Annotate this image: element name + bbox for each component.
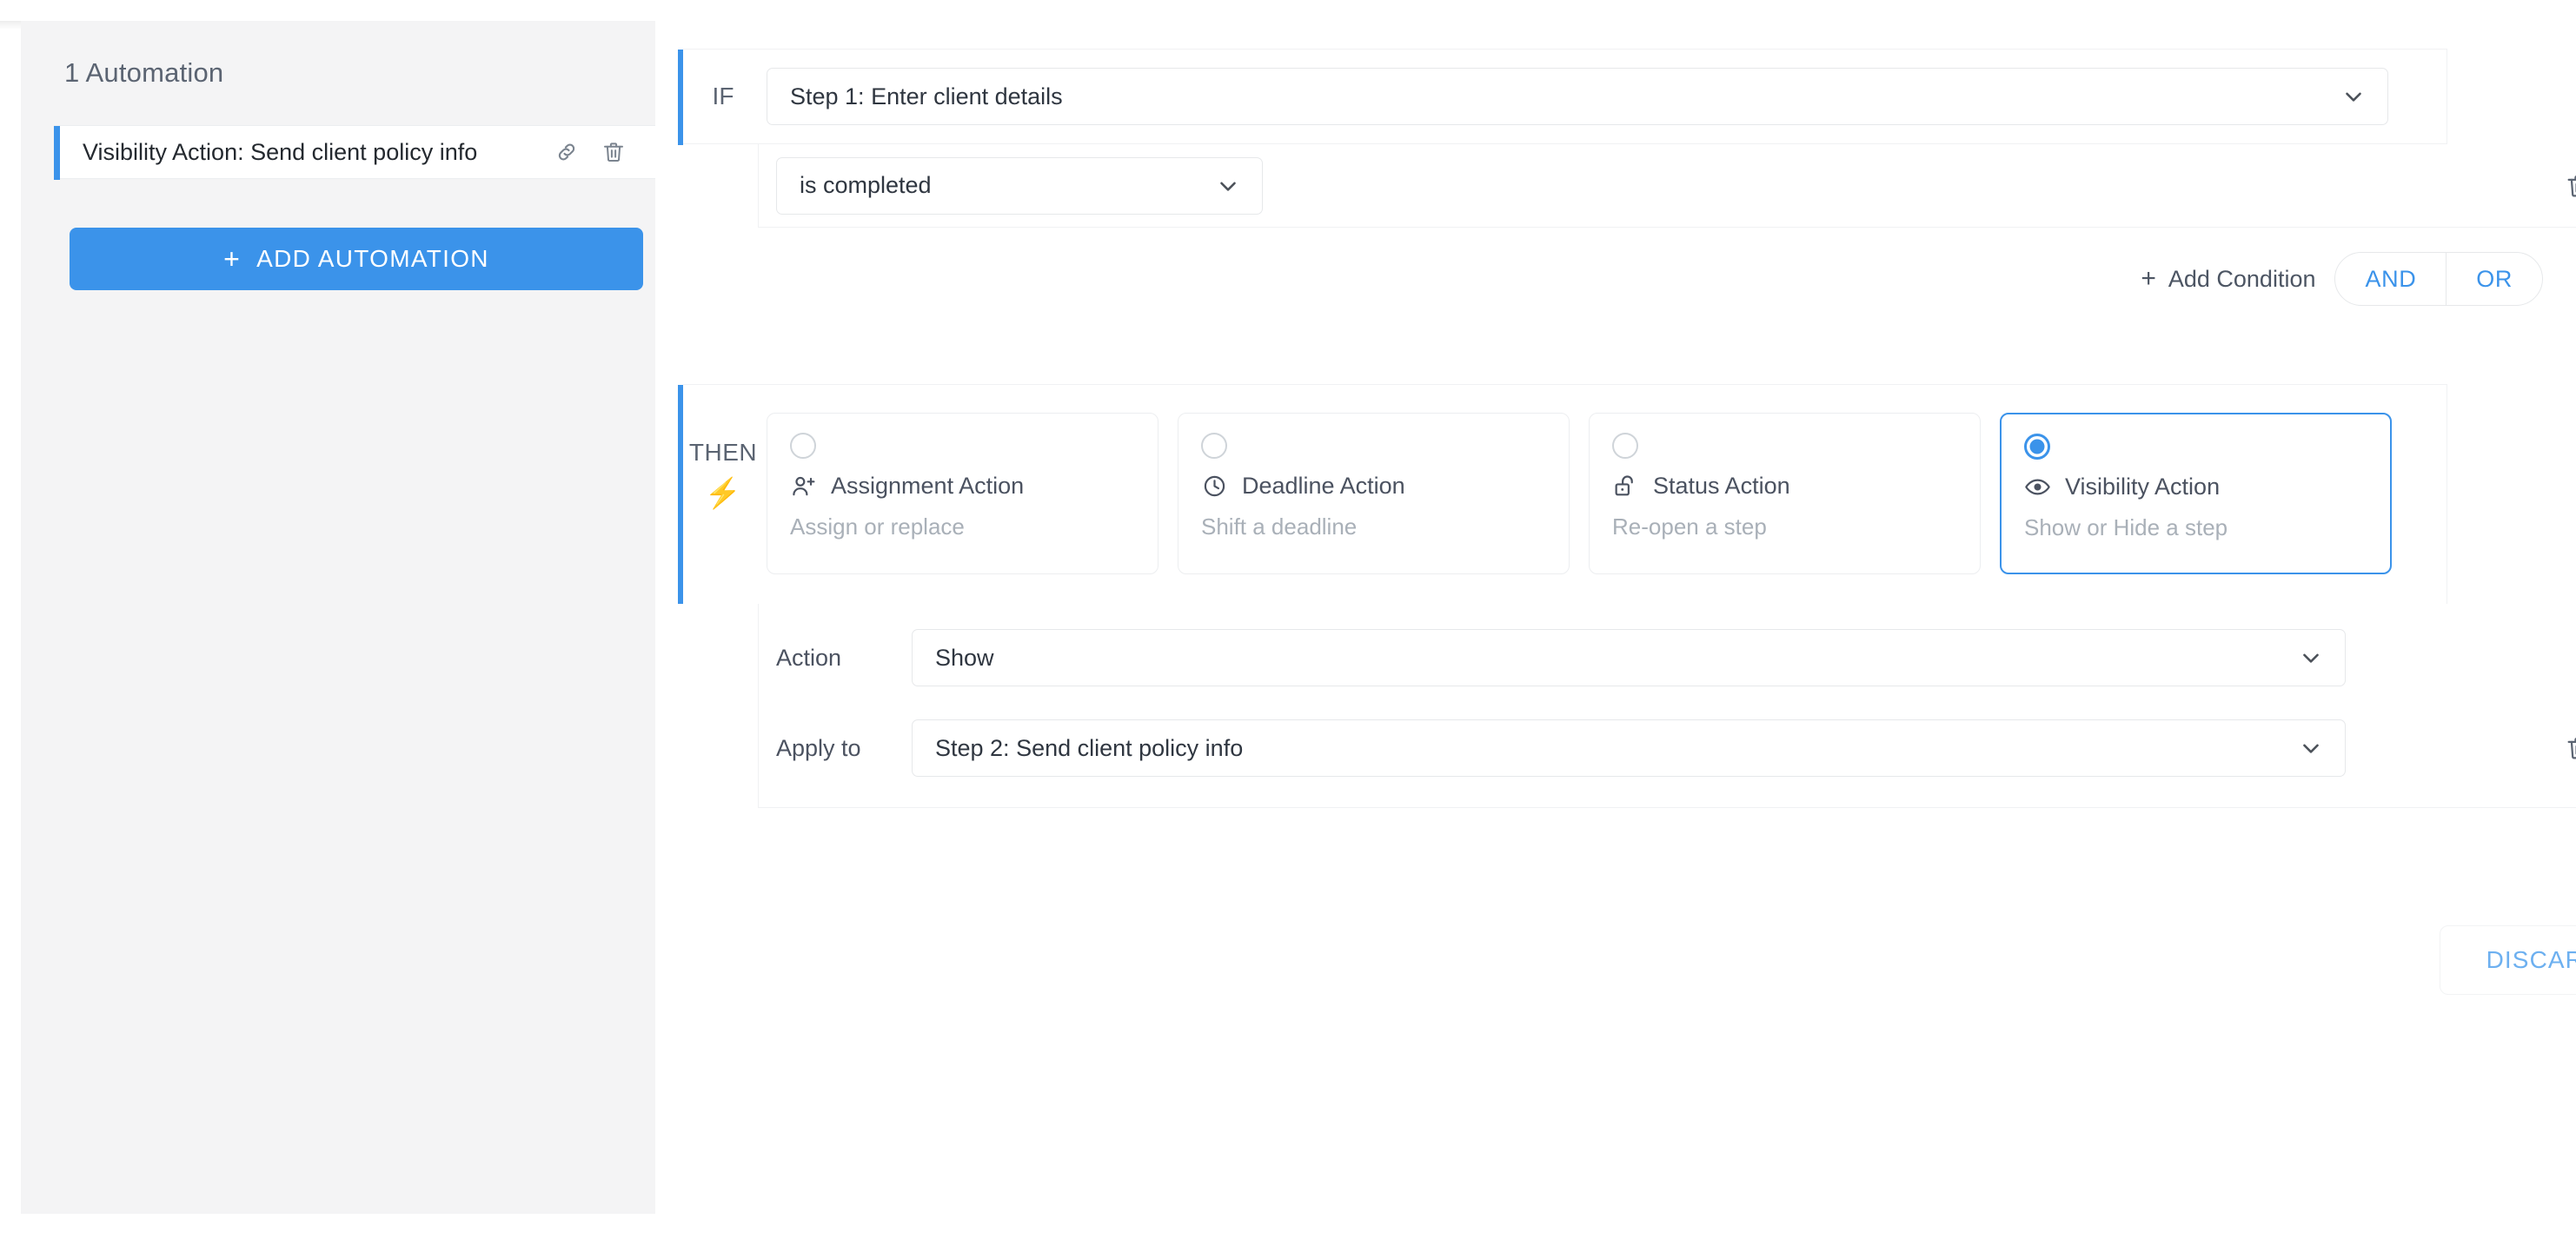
then-accent-rail xyxy=(678,385,683,604)
automation-editor: IF Step 1: Enter client details is compl… xyxy=(655,21,2576,1239)
then-action-type-row: THEN ⚡ Assignment Action Assign or repla… xyxy=(678,384,2447,604)
action-card-desc: Show or Hide a step xyxy=(2024,514,2228,540)
if-block: IF Step 1: Enter client details is compl… xyxy=(678,49,2576,228)
action-card-title-row: Assignment Action xyxy=(790,473,1135,500)
action-card-title-row: Deadline Action xyxy=(1201,473,1546,500)
condition-toolbar: + Add Condition AND OR xyxy=(683,248,2546,309)
action-card-title: Status Action xyxy=(1653,473,1790,499)
trash-icon[interactable] xyxy=(2559,729,2576,767)
link-icon[interactable] xyxy=(548,133,586,171)
if-trigger-row: IF Step 1: Enter client details xyxy=(678,49,2447,145)
condition-operator-select[interactable]: is completed xyxy=(776,156,1263,215)
action-card-title-row: Status Action xyxy=(1612,473,1957,500)
add-automation-label: ADD AUTOMATION xyxy=(256,245,489,272)
plus-icon: + xyxy=(223,243,242,275)
delete-action-slot xyxy=(2559,729,2576,767)
add-condition-label: Add Condition xyxy=(2168,265,2316,292)
apply-to-field-row: Apply to Step 2: Send client policy info xyxy=(759,715,2576,781)
sidebar-title: 1 Automation xyxy=(64,57,224,88)
user-plus-icon xyxy=(790,473,817,500)
trash-icon[interactable] xyxy=(594,133,633,171)
delete-condition-slot xyxy=(2559,167,2576,205)
action-card-desc: Shift a deadline xyxy=(1201,513,1358,540)
action-type-cards: Assignment Action Assign or replace Dead… xyxy=(767,413,2392,574)
add-automation-button[interactable]: + ADD AUTOMATION xyxy=(70,228,643,290)
radio-deadline[interactable] xyxy=(1201,433,1227,459)
action-card-status[interactable]: Status Action Re-open a step xyxy=(1589,413,1981,574)
unlock-icon xyxy=(1612,473,1639,500)
chevron-down-icon xyxy=(2298,735,2324,761)
automation-item-actions xyxy=(548,133,655,171)
if-label: IF xyxy=(712,83,734,109)
then-label-column: THEN ⚡ xyxy=(683,413,763,574)
operator-and-button[interactable]: AND xyxy=(2335,253,2446,305)
chevron-down-icon xyxy=(2340,83,2367,109)
then-label: THEN xyxy=(688,439,758,466)
visibility-action-select[interactable]: Show xyxy=(912,629,2346,686)
add-condition-button[interactable]: + Add Condition xyxy=(2141,266,2315,293)
chevron-down-icon xyxy=(2298,645,2324,671)
action-card-title: Deadline Action xyxy=(1242,473,1405,499)
visibility-action-fields: Action Show Apply to Step 2: Send client… xyxy=(758,604,2576,808)
apply-to-step-select[interactable]: Step 2: Send client policy info xyxy=(912,719,2346,777)
automations-sidebar: 1 Automation Visibility Action: Send cli… xyxy=(21,21,655,1214)
trash-icon[interactable] xyxy=(2559,167,2576,205)
if-accent-rail xyxy=(678,50,683,145)
clock-icon xyxy=(1201,473,1228,500)
condition-operator-value: is completed xyxy=(800,172,932,198)
action-card-title: Assignment Action xyxy=(831,473,1025,499)
radio-status[interactable] xyxy=(1612,433,1638,459)
discard-changes-button[interactable]: DISCARD CHANGES xyxy=(2440,925,2576,995)
automation-list-item[interactable]: Visibility Action: Send client policy in… xyxy=(54,125,655,180)
chevron-down-icon xyxy=(1215,173,1241,199)
selected-indicator-bar xyxy=(54,126,60,180)
trigger-step-value: Step 1: Enter client details xyxy=(790,83,1063,109)
visibility-action-value: Show xyxy=(935,644,994,671)
operator-or-button[interactable]: OR xyxy=(2446,253,2542,305)
apply-to-field-label: Apply to xyxy=(776,734,861,761)
action-field-row: Action Show xyxy=(759,625,2576,691)
action-card-desc: Assign or replace xyxy=(790,513,965,540)
action-card-desc: Re-open a step xyxy=(1612,513,1767,540)
automation-builder-page: 1 Automation Visibility Action: Send cli… xyxy=(0,0,2576,1239)
action-card-deadline[interactable]: Deadline Action Shift a deadline xyxy=(1178,413,1570,574)
lightning-bolt-icon: ⚡ xyxy=(704,477,742,510)
plus-icon: + xyxy=(2141,264,2156,293)
automation-item-label: Visibility Action: Send client policy in… xyxy=(83,138,478,165)
then-block: THEN ⚡ Assignment Action Assign or repla… xyxy=(678,384,2576,808)
top-strip xyxy=(0,0,2576,21)
radio-visibility[interactable] xyxy=(2024,434,2050,460)
radio-assignment[interactable] xyxy=(790,433,816,459)
eye-icon xyxy=(2024,474,2051,500)
action-card-title-row: Visibility Action xyxy=(2024,474,2367,500)
if-condition-row: is completed xyxy=(758,144,2576,228)
action-card-assignment[interactable]: Assignment Action Assign or replace xyxy=(767,413,1159,574)
action-card-title: Visibility Action xyxy=(2065,474,2221,500)
action-card-visibility[interactable]: Visibility Action Show or Hide a step xyxy=(2000,413,2392,574)
action-field-label: Action xyxy=(776,644,842,671)
trigger-step-select[interactable]: Step 1: Enter client details xyxy=(767,68,2388,125)
logical-operator-toggle: AND OR xyxy=(2334,252,2543,306)
apply-to-step-value: Step 2: Send client policy info xyxy=(935,734,1244,761)
